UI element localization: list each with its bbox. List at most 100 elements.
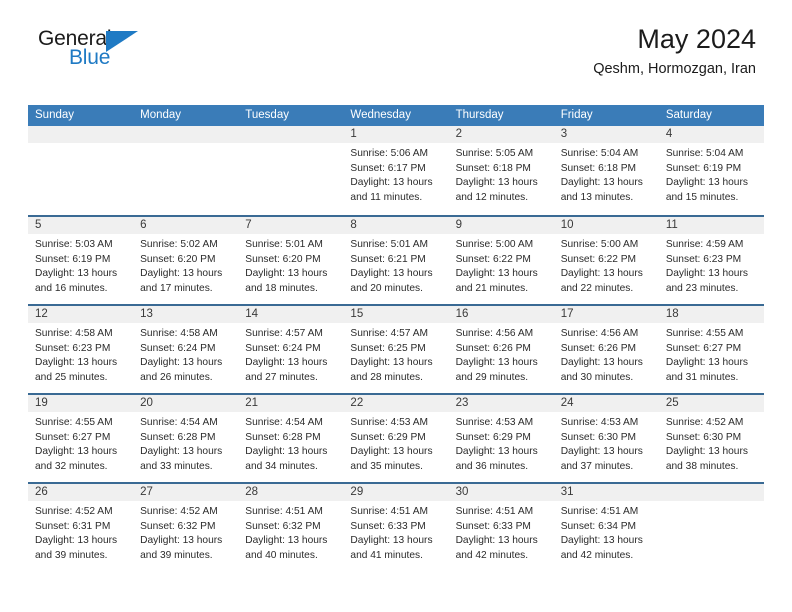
day-info-line: Sunset: 6:23 PM [35, 342, 111, 354]
day-info-line: Sunset: 6:24 PM [245, 342, 321, 354]
day-number: 18 [658, 306, 764, 323]
calendar-day-cell[interactable]: 4 Sunrise: 5:04 AM Sunset: 6:19 PM Daylight… [658, 126, 764, 215]
calendar-day-cell[interactable]: 23 Sunrise: 4:53 AM Sunset: 6:29 PM Dayligh… [448, 395, 554, 484]
day-info-line: Sunset: 6:26 PM [560, 342, 637, 354]
calendar-day-cell[interactable]: 8 Sunrise: 5:01 AM Sunset: 6:21 PM Daylight… [343, 217, 449, 306]
day-info-line: and 23 minutes. [665, 282, 739, 294]
calendar-day-cell[interactable]: 15 Sunrise: 4:57 AM Sunset: 6:25 PM Dayligh… [343, 306, 449, 395]
day-number: 7 [238, 217, 344, 234]
calendar-day-cell[interactable]: 12 Sunrise: 4:58 AM Sunset: 6:23 PM Dayligh… [28, 306, 134, 395]
calendar-day-cell[interactable]: 18 Sunrise: 4:55 AM Sunset: 6:27 PM Dayligh… [658, 306, 764, 395]
day-number: 15 [343, 306, 449, 323]
day-sun-info: Sunrise: 5:03 AM Sunset: 6:19 PM Daylight:… [28, 234, 133, 296]
calendar-day-cell-empty [238, 126, 344, 215]
day-sun-info: Sunrise: 4:52 AM Sunset: 6:32 PM Daylight:… [133, 501, 238, 563]
calendar-day-cell[interactable]: 2 Sunrise: 5:05 AM Sunset: 6:18 PM Daylight… [448, 126, 554, 215]
calendar-day-cell[interactable]: 24 Sunrise: 4:53 AM Sunset: 6:30 PM Dayligh… [553, 395, 659, 484]
calendar-day-cell[interactable]: 9 Sunrise: 5:00 AM Sunset: 6:22 PM Daylight… [448, 217, 554, 306]
calendar-day-cell[interactable]: 20 Sunrise: 4:54 AM Sunset: 6:28 PM Dayligh… [133, 395, 239, 484]
day-info-line: Sunset: 6:33 PM [455, 520, 531, 532]
day-info-line: and 18 minutes. [245, 282, 318, 294]
day-info-line: and 32 minutes. [35, 460, 108, 472]
day-info-line: Sunrise: 4:56 AM [455, 328, 534, 339]
day-info-line: Daylight: 13 hours [665, 268, 748, 280]
day-info-line: Sunrise: 5:00 AM [455, 239, 534, 250]
calendar-weeks: 1 Sunrise: 5:06 AM Sunset: 6:17 PM Daylight… [28, 126, 764, 571]
day-info-line: Sunset: 6:27 PM [665, 342, 742, 354]
day-info-line: Sunset: 6:31 PM [35, 520, 111, 532]
day-number: 25 [658, 395, 764, 412]
day-info-line: Sunrise: 4:54 AM [245, 417, 323, 428]
day-info-line: Sunrise: 4:51 AM [350, 506, 429, 517]
day-info-line: Daylight: 13 hours [665, 446, 748, 458]
day-sun-info: Sunrise: 4:53 AM Sunset: 6:30 PM Daylight:… [554, 412, 659, 474]
day-number: 23 [448, 395, 554, 412]
day-info-line: Daylight: 13 hours [140, 446, 223, 458]
calendar-day-cell[interactable]: 13 Sunrise: 4:58 AM Sunset: 6:24 PM Dayligh… [133, 306, 239, 395]
calendar-day-cell[interactable]: 1 Sunrise: 5:06 AM Sunset: 6:17 PM Daylight… [343, 126, 449, 215]
calendar-day-cell[interactable]: 30 Sunrise: 4:51 AM Sunset: 6:33 PM Dayligh… [448, 484, 554, 573]
calendar-day-cell[interactable]: 5 Sunrise: 5:03 AM Sunset: 6:19 PM Daylight… [28, 217, 134, 306]
calendar-day-cell[interactable]: 28 Sunrise: 4:51 AM Sunset: 6:32 PM Dayligh… [238, 484, 344, 573]
calendar-day-cell[interactable]: 17 Sunrise: 4:56 AM Sunset: 6:26 PM Dayligh… [553, 306, 659, 395]
day-number: 2 [448, 126, 554, 143]
weekday-header-row: Sunday Monday Tuesday Wednesday Thursday Frid… [28, 105, 764, 126]
day-info-line: Sunrise: 4:56 AM [560, 328, 639, 339]
day-info-line: Sunrise: 4:52 AM [140, 506, 218, 517]
day-info-line: and 25 minutes. [35, 371, 108, 383]
calendar-week-row: 1 Sunrise: 5:06 AM Sunset: 6:17 PM Daylight… [28, 126, 764, 215]
day-info-line: and 21 minutes. [455, 282, 529, 294]
calendar-day-cell[interactable]: 11 Sunrise: 4:59 AM Sunset: 6:23 PM Dayligh… [658, 217, 764, 306]
calendar-day-cell[interactable]: 16 Sunrise: 4:56 AM Sunset: 6:26 PM Dayligh… [448, 306, 554, 395]
calendar-day-cell[interactable]: 6 Sunrise: 5:02 AM Sunset: 6:20 PM Daylight… [133, 217, 239, 306]
day-info-line: and 31 minutes. [665, 371, 739, 383]
day-info-line: and 28 minutes. [350, 371, 423, 383]
day-sun-info: Sunrise: 4:57 AM Sunset: 6:25 PM Daylight:… [343, 323, 448, 385]
weekday-header-sunday: Sunday [35, 109, 75, 121]
day-number: 22 [343, 395, 449, 412]
day-info-line: Daylight: 13 hours [35, 268, 118, 280]
calendar-day-cell[interactable]: 21 Sunrise: 4:54 AM Sunset: 6:28 PM Dayligh… [238, 395, 344, 484]
calendar-day-cell[interactable]: 22 Sunrise: 4:53 AM Sunset: 6:29 PM Dayligh… [343, 395, 449, 484]
weekday-header-monday: Monday [140, 109, 182, 121]
day-info-line: Daylight: 13 hours [455, 177, 538, 189]
triangle-icon [106, 31, 138, 52]
calendar-day-cell[interactable]: 31 Sunrise: 4:51 AM Sunset: 6:34 PM Dayligh… [553, 484, 659, 573]
day-info-line: Sunset: 6:19 PM [35, 253, 111, 265]
calendar-day-cell[interactable]: 27 Sunrise: 4:52 AM Sunset: 6:32 PM Dayligh… [133, 484, 239, 573]
calendar-day-cell[interactable]: 25 Sunrise: 4:52 AM Sunset: 6:30 PM Dayligh… [658, 395, 764, 484]
calendar-day-cell[interactable]: 19 Sunrise: 4:55 AM Sunset: 6:27 PM Dayligh… [28, 395, 134, 484]
day-info-line: Daylight: 13 hours [245, 268, 328, 280]
calendar-day-cell[interactable]: 29 Sunrise: 4:51 AM Sunset: 6:33 PM Dayligh… [343, 484, 449, 573]
day-number: 10 [553, 217, 659, 234]
calendar-day-cell[interactable]: 10 Sunrise: 5:00 AM Sunset: 6:22 PM Dayligh… [553, 217, 659, 306]
day-info-line: Daylight: 13 hours [560, 446, 643, 458]
day-info-line: Sunrise: 5:01 AM [245, 239, 323, 250]
calendar-day-cell-empty [28, 126, 134, 215]
day-sun-info: Sunrise: 4:56 AM Sunset: 6:26 PM Daylight:… [554, 323, 659, 385]
day-info-line: Sunrise: 4:59 AM [665, 239, 744, 250]
day-number: 11 [658, 217, 764, 234]
day-sun-info: Sunrise: 4:51 AM Sunset: 6:32 PM Daylight:… [238, 501, 343, 563]
day-sun-info: Sunrise: 4:59 AM Sunset: 6:23 PM Daylight:… [659, 234, 764, 296]
day-info-line: Sunset: 6:30 PM [560, 431, 637, 443]
calendar-day-cell[interactable]: 26 Sunrise: 4:52 AM Sunset: 6:31 PM Dayligh… [28, 484, 134, 573]
day-info-line: Sunrise: 5:03 AM [35, 239, 113, 250]
day-info-line: and 38 minutes. [665, 460, 739, 472]
day-number: 12 [28, 306, 134, 323]
day-info-line: Daylight: 13 hours [140, 535, 223, 547]
calendar-day-cell[interactable]: 7 Sunrise: 5:01 AM Sunset: 6:20 PM Daylight… [238, 217, 344, 306]
day-info-line: and 11 minutes. [350, 191, 423, 203]
calendar-day-cell[interactable]: 3 Sunrise: 5:04 AM Sunset: 6:18 PM Daylight… [553, 126, 659, 215]
general-blue-logo[interactable]: General Blue [38, 28, 188, 76]
day-info-line: and 40 minutes. [245, 549, 318, 561]
weekday-header-thursday: Thursday [455, 109, 504, 121]
day-info-line: Sunrise: 4:58 AM [35, 328, 113, 339]
day-info-line: and 22 minutes. [560, 282, 634, 294]
day-sun-info: Sunrise: 4:53 AM Sunset: 6:29 PM Daylight:… [449, 412, 554, 474]
day-info-line: Daylight: 13 hours [35, 535, 118, 547]
day-info-line: Daylight: 13 hours [350, 268, 433, 280]
day-info-line: and 16 minutes. [35, 282, 108, 294]
calendar-day-cell[interactable]: 14 Sunrise: 4:57 AM Sunset: 6:24 PM Dayligh… [238, 306, 344, 395]
day-info-line: Daylight: 13 hours [350, 446, 433, 458]
